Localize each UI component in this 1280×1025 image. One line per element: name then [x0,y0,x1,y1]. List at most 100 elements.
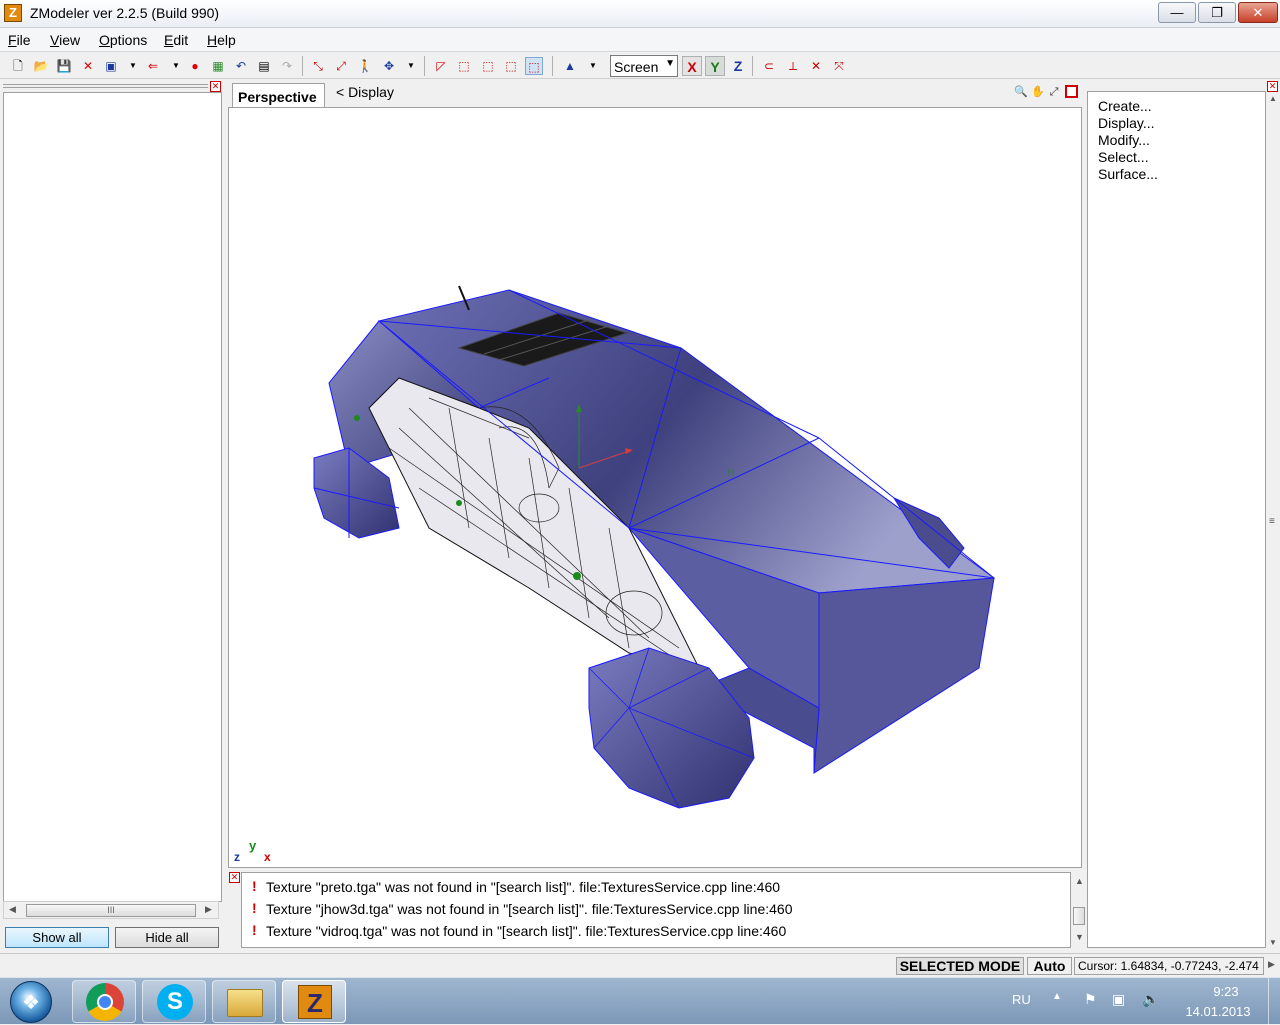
axis-tool-1-icon[interactable]: ⟂ [784,57,802,75]
status-bar: SELECTED MODE Auto Cursor: 1.64834, -0.7… [0,953,1280,977]
show-desktop-button[interactable] [1268,978,1280,1025]
object-mode-icon[interactable]: ⬚ [502,57,520,75]
zoom-icon[interactable]: 🔍 [1014,85,1028,99]
menu-view[interactable]: View [50,32,80,48]
scroll-up-icon[interactable]: ▲ [1075,876,1084,886]
shape-dropdown-icon[interactable]: ▼ [584,57,602,75]
close-icon[interactable]: ✕ [210,81,221,92]
scrollbar-thumb[interactable] [1073,907,1085,925]
command-surface[interactable]: Surface... [1098,166,1158,182]
maximize-button[interactable]: ❐ [1198,2,1236,23]
log-list[interactable]: ! Texture "preto.tga" was not found in "[… [241,872,1088,948]
select-tool-icon[interactable]: ⤡ [309,57,327,75]
tool-dropdown-icon[interactable]: ▼ [402,57,420,75]
scroll-down-icon[interactable]: ▼ [1269,938,1277,947]
import-icon[interactable]: ▣ [102,57,120,75]
scroll-right-icon[interactable]: ▶ [1268,959,1275,970]
flag-icon[interactable]: ⚑ [1084,991,1097,1008]
export-dropdown-icon[interactable]: ▼ [167,57,185,75]
export-icon[interactable]: ⇐ [144,57,162,75]
scroll-up-icon[interactable]: ▲ [1269,94,1277,103]
warning-icon: ! [252,878,257,894]
taskbar-zmodeler[interactable]: Z [282,980,346,1023]
panel-grip[interactable] [3,84,208,88]
edge-mode-icon[interactable]: ⬚ [455,57,473,75]
redo-icon[interactable]: ↷ [278,57,296,75]
pyramid-icon[interactable]: ▲ [561,57,579,75]
walk-tool-icon[interactable]: 🚶 [356,57,374,75]
pan-hand-icon[interactable]: ✋ [1031,85,1045,99]
menu-file[interactable]: File [8,32,31,48]
clock-time[interactable]: 9:23 [1196,984,1256,999]
axis-x-toggle[interactable]: X [682,56,702,76]
command-select[interactable]: Select... [1098,149,1149,165]
tray-expand-icon[interactable]: ▲ [1052,991,1062,1002]
hide-all-button[interactable]: Hide all [115,927,219,948]
clock-date[interactable]: 14.01.2013 [1180,1004,1256,1019]
menu-help[interactable]: Help [207,32,236,48]
close-button[interactable]: ✕ [1238,2,1278,23]
horizontal-scrollbar[interactable]: ◀ III ▶ [3,901,219,919]
command-modify[interactable]: Modify... [1098,132,1150,148]
vertical-scrollbar[interactable]: ▲ ≡ ▼ [1267,94,1279,950]
menu-edit[interactable]: Edit [164,32,188,48]
magnet-icon[interactable]: ⊂ [760,57,778,75]
close-icon[interactable]: ✕ [229,872,240,883]
scroll-left-icon[interactable]: ◀ [9,904,16,915]
viewport-panel: Perspective < Display 🔍 ✋ ⤢ !! z y x [228,80,1083,868]
scroll-right-icon[interactable]: ▶ [205,904,212,915]
axis-tool-2-icon[interactable]: ✕ [807,57,825,75]
axis-tool-3-icon[interactable]: ⤧ [830,57,848,75]
start-button[interactable]: ❖ [10,981,52,1023]
chrome-icon [86,983,124,1021]
scroll-down-icon[interactable]: ▼ [1075,932,1084,942]
network-icon[interactable]: ▣ [1112,991,1125,1008]
viewport-close-icon[interactable] [1065,85,1078,98]
taskbar-explorer[interactable] [212,980,276,1023]
scrollbar-thumb[interactable]: III [26,904,196,917]
warning-icon: ! [252,922,257,938]
show-all-button[interactable]: Show all [5,927,109,948]
volume-icon[interactable]: 🔈 [1142,991,1159,1008]
close-file-icon[interactable]: ✕ [79,57,97,75]
undo-icon[interactable]: ↶ [232,57,250,75]
open-file-icon[interactable]: 📂 [32,57,50,75]
select-tool-2-icon[interactable]: ⤢ [332,57,350,75]
scroll-grip-icon[interactable]: ≡ [1269,516,1275,527]
object-mode-active-icon[interactable]: ⬚ [525,57,543,75]
taskbar-chrome[interactable] [72,980,136,1023]
image-icon[interactable]: ▦ [209,57,227,75]
coordinate-system-select[interactable]: Screen ▼ [610,55,678,77]
menu-bar: File View Options Edit Help [0,28,1280,52]
log-entry: ! Texture "vidroq.tga" was not found in "… [252,922,786,939]
selection-mode-indicator[interactable]: SELECTED MODE [896,957,1024,975]
taskbar-skype[interactable]: S [142,980,206,1023]
command-display[interactable]: Display... [1098,115,1155,131]
import-dropdown-icon[interactable]: ▼ [124,57,142,75]
axis-z-toggle[interactable]: Z [728,56,748,76]
object-tree[interactable] [3,92,222,902]
minimize-button[interactable]: — [1158,2,1196,23]
axis-y-toggle[interactable]: Y [705,56,725,76]
close-icon[interactable]: ✕ [1267,81,1278,92]
command-create[interactable]: Create... [1098,98,1152,114]
keyboard-language[interactable]: RU [1012,992,1031,1007]
record-icon[interactable]: ● [186,57,204,75]
vertex-mode-icon[interactable]: ◸ [432,57,450,75]
move-tool-icon[interactable]: ✥ [380,57,398,75]
menu-options[interactable]: Options [99,32,147,48]
cursor-coordinates: Cursor: 1.64834, -0.77243, -2.474 [1074,957,1264,975]
document-icon[interactable]: ▤ [255,57,273,75]
command-list: Create... Display... Modify... Select...… [1087,91,1266,948]
viewport-tab-perspective[interactable]: Perspective [232,83,325,107]
save-icon[interactable]: 💾 [55,57,73,75]
auto-indicator[interactable]: Auto [1027,957,1072,975]
display-toggle[interactable]: < Display [336,84,394,100]
3d-viewport[interactable]: !! z y x [228,107,1082,868]
new-file-icon[interactable]: 🗋 [9,57,27,75]
zmodeler-app-icon[interactable]: Z [4,4,22,22]
command-panel: ✕ Create... Display... Modify... Select.… [1085,80,1280,950]
face-mode-icon[interactable]: ⬚ [479,57,497,75]
maximize-viewport-icon[interactable]: ⤢ [1047,85,1061,99]
window-title: ZModeler ver 2.2.5 (Build 990) [30,5,220,21]
